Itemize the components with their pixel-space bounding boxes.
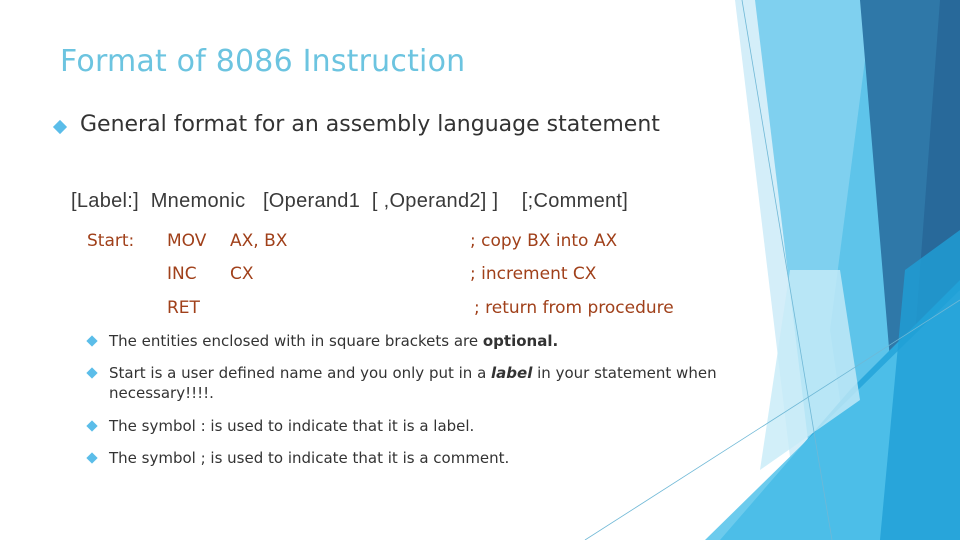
note-item: The symbol : is used to indicate that it… [109,416,729,436]
code-operands: AX, BX [230,231,288,251]
note-emphasis: optional. [482,332,559,350]
note-item: The symbol ; is used to indicate that it… [109,448,729,468]
slide-title: Format of 8086 Instruction [60,44,466,79]
note-item: The entities enclosed with in square bra… [109,331,729,351]
code-label: Start: [87,231,135,251]
syntax-format: [Label:] Mnemonic [Operand1 [ ,Operand2]… [71,190,629,212]
note-text: Start is a user defined name and you onl… [109,364,492,382]
note-text: The entities enclosed with in square bra… [109,332,483,350]
code-mnemonic: INC [167,264,197,284]
note-item: Start is a user defined name and you onl… [109,363,729,403]
code-comment: ; increment CX [470,264,597,284]
code-mnemonic: MOV [167,231,207,251]
code-comment: ; copy BX into AX [470,231,618,251]
code-mnemonic: RET [167,298,200,318]
note-emphasis: label [491,364,533,382]
code-comment: ; return from procedure [474,298,674,318]
main-bullet-text: General format for an assembly language … [80,112,660,137]
note-text: The symbol ; is used to indicate that it… [109,449,510,467]
note-text: The symbol : is used to indicate that it… [109,417,475,435]
code-operands: CX [230,264,254,284]
